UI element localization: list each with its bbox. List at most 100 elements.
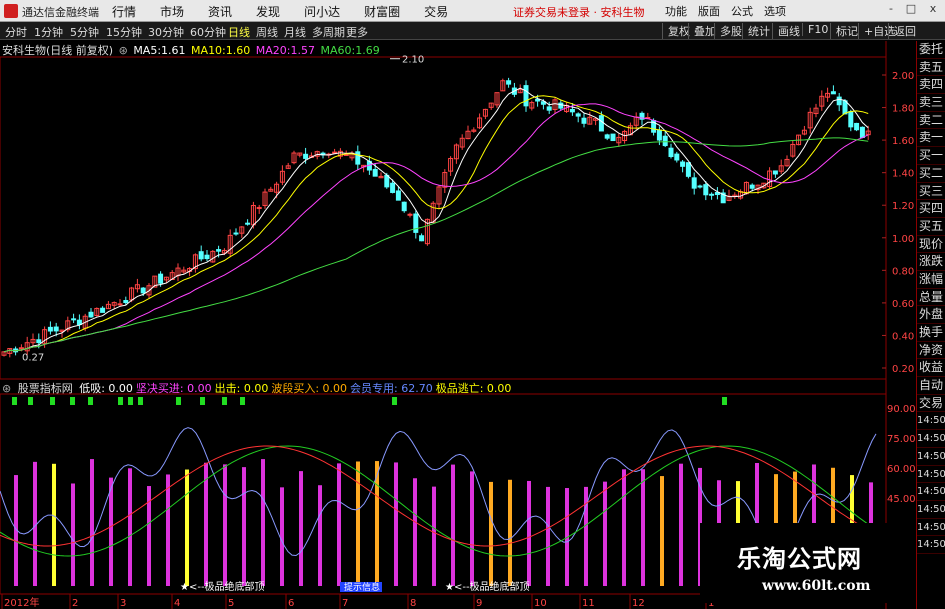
date-label: 2012年 <box>4 596 39 609</box>
f10-button[interactable]: F10 <box>802 23 833 36</box>
right-panel-item[interactable]: 涨跌 <box>917 253 945 271</box>
period-monthly[interactable]: 月线 <box>284 24 306 40</box>
period-daily[interactable]: 日线 <box>228 24 250 40</box>
candle-body <box>303 153 309 159</box>
right-panel-item[interactable]: 买一 <box>917 147 945 165</box>
right-panel-item[interactable]: 买二 <box>917 165 945 183</box>
candle-body <box>384 174 390 188</box>
right-panel-item[interactable]: 14:50 <box>917 448 945 466</box>
right-panel-item[interactable]: 卖三 <box>917 94 945 112</box>
candle-body <box>668 147 674 158</box>
candle-body <box>158 273 164 284</box>
candle-body <box>332 151 338 154</box>
right-panel-item[interactable]: 卖四 <box>917 76 945 95</box>
price-label: 0.40 <box>892 331 914 342</box>
ma10-label: MA10: <box>191 44 226 57</box>
period-60min[interactable]: 60分钟 <box>190 24 226 40</box>
period-timeshare[interactable]: 分时 <box>5 24 27 40</box>
menu-item-discover[interactable]: 发现 <box>256 3 280 20</box>
right-panel-item[interactable]: 买三 <box>917 183 945 201</box>
minimize-button[interactable]: - <box>884 2 898 16</box>
period-15min[interactable]: 15分钟 <box>106 24 142 40</box>
indicator-scale-label: 45.00 <box>887 494 916 505</box>
draw-line-button[interactable]: 画线 <box>772 23 805 39</box>
candle-body <box>413 213 419 233</box>
right-panel-item[interactable]: 卖一 <box>917 129 945 148</box>
settings-icon[interactable]: ⊛ <box>119 44 128 57</box>
right-panel-item[interactable]: 收益 <box>917 359 945 378</box>
candle-body <box>859 126 865 138</box>
candle-body <box>575 113 581 117</box>
main-frame <box>0 56 887 380</box>
date-label: 5 <box>228 598 234 609</box>
indicator-item: 出击: 0.00 <box>214 382 269 395</box>
signal-marker <box>118 397 123 405</box>
right-panel-item[interactable]: 交易 <box>917 395 945 413</box>
candle-body <box>848 111 854 128</box>
date-label: 6 <box>288 598 294 609</box>
right-panel-item[interactable]: 委托 <box>917 41 945 59</box>
menu-item-wealth[interactable]: 财富圈 <box>364 3 400 20</box>
back-button[interactable]: 返回 <box>888 23 921 39</box>
period-more[interactable]: 更多 <box>346 24 368 40</box>
date-label: 9 <box>476 598 482 609</box>
indicator-bar <box>546 486 550 586</box>
right-panel-item[interactable]: 14:50 <box>917 519 945 537</box>
right-panel-item[interactable]: 自动 <box>917 377 945 395</box>
indicator-settings-icon[interactable]: ⊛ <box>2 382 11 395</box>
right-panel-item[interactable]: 外盘 <box>917 306 945 324</box>
right-panel-item[interactable]: 14:50 <box>917 412 945 431</box>
candle-body <box>854 122 860 131</box>
right-panel-item[interactable]: 14:50 <box>917 466 945 484</box>
menu-function[interactable]: 功能 <box>665 3 687 19</box>
candle-body <box>88 311 94 318</box>
ma5-value: 1.61 <box>161 44 186 57</box>
menu-item-quotes[interactable]: 行情 <box>112 3 136 20</box>
right-panel-item[interactable]: 现价 <box>917 236 945 254</box>
menu-item-news[interactable]: 资讯 <box>208 3 232 20</box>
candle-body <box>697 185 703 188</box>
right-panel-item[interactable]: 卖五 <box>917 59 945 77</box>
close-button[interactable]: x <box>926 2 940 16</box>
ma-line <box>3 87 869 353</box>
candle-body <box>53 326 59 332</box>
ma-line <box>3 103 869 353</box>
indicator-item: 会员专用: 62.70 <box>350 382 433 395</box>
main-menu: 行情 市场 资讯 发现 问小达 财富圈 交易 <box>112 3 472 20</box>
right-panel-item[interactable]: 14:50 <box>917 536 945 554</box>
high-price-annotation: 2.10 <box>402 55 424 66</box>
menu-options[interactable]: 选项 <box>764 3 786 19</box>
menu-item-market[interactable]: 市场 <box>160 3 184 20</box>
period-30min[interactable]: 30分钟 <box>148 24 184 40</box>
right-panel-item[interactable]: 涨幅 <box>917 271 945 289</box>
indicator-bar <box>52 463 56 586</box>
login-alert[interactable]: 证券交易未登录 · 安科生物 <box>513 4 645 20</box>
candle-body <box>685 162 691 177</box>
right-panel-item[interactable]: 14:50 <box>917 430 945 448</box>
period-multi[interactable]: 多周期 <box>312 24 345 40</box>
period-1min[interactable]: 1分钟 <box>34 24 63 40</box>
right-panel-item[interactable]: 14:50 <box>917 501 945 519</box>
menu-item-ask[interactable]: 问小达 <box>304 3 340 20</box>
right-panel-item[interactable]: 14:50 <box>917 483 945 501</box>
period-weekly[interactable]: 周线 <box>256 24 278 40</box>
stats-button[interactable]: 统计 <box>742 23 775 39</box>
right-panel-item[interactable]: 净资 <box>917 342 945 360</box>
right-panel-item[interactable]: 买五 <box>917 218 945 236</box>
maximize-button[interactable]: □ <box>904 2 918 16</box>
menu-formula[interactable]: 公式 <box>731 3 753 19</box>
period-5min[interactable]: 5分钟 <box>70 24 99 40</box>
ma-line <box>3 95 869 353</box>
right-panel-item[interactable]: 换手 <box>917 324 945 342</box>
right-panel-item[interactable]: 买四 <box>917 200 945 218</box>
candle-body <box>662 135 668 147</box>
moving-average-lines <box>3 87 869 353</box>
right-panel-item[interactable]: 总量 <box>917 289 945 307</box>
right-panel-item[interactable]: 卖二 <box>917 112 945 130</box>
menu-layout[interactable]: 版面 <box>698 3 720 19</box>
indicator-bar <box>71 483 75 586</box>
candle-body <box>674 153 680 161</box>
indicator-bar <box>527 480 531 586</box>
menu-item-trade[interactable]: 交易 <box>424 3 448 20</box>
price-label: 0.60 <box>892 299 914 310</box>
